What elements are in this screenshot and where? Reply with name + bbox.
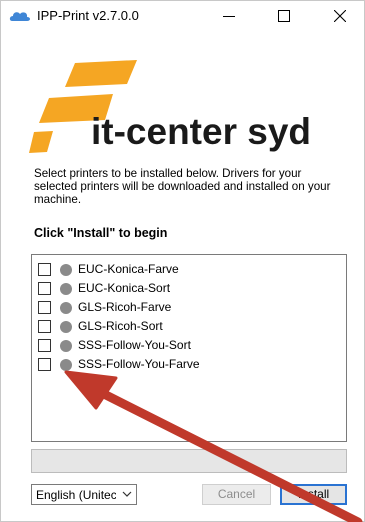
printer-checkbox[interactable]: [38, 263, 51, 276]
printer-item[interactable]: SSS-Follow-You-Farve: [38, 356, 338, 374]
printer-item[interactable]: EUC-Konica-Farve: [38, 261, 338, 279]
printer-label: SSS-Follow-You-Farve: [78, 357, 200, 371]
instruction-heading: Click "Install" to begin: [34, 226, 168, 240]
install-button[interactable]: Install: [280, 484, 347, 505]
printer-list[interactable]: EUC-Konica-Farve EUC-Konica-Sort GLS-Ric…: [31, 254, 347, 442]
printer-item[interactable]: SSS-Follow-You-Sort: [38, 337, 338, 355]
printer-checkbox[interactable]: [38, 339, 51, 352]
maximize-button[interactable]: [261, 1, 307, 31]
printer-status-icon: [60, 264, 72, 276]
language-select[interactable]: English (Unitec: [31, 484, 137, 505]
window-title: IPP-Print v2.7.0.0: [37, 8, 139, 23]
printer-checkbox[interactable]: [38, 320, 51, 333]
logo-text: it-center syd: [91, 111, 311, 152]
printer-item[interactable]: GLS-Ricoh-Sort: [38, 318, 338, 336]
company-logo: it-center syd: [27, 56, 357, 156]
printer-label: EUC-Konica-Farve: [78, 262, 179, 276]
install-progress-bar: [31, 449, 347, 473]
language-value: English (Unitec: [36, 488, 116, 502]
printer-status-icon: [60, 340, 72, 352]
intro-text: Select printers to be installed below. D…: [34, 167, 331, 206]
close-button[interactable]: [317, 1, 363, 31]
printer-item[interactable]: EUC-Konica-Sort: [38, 280, 338, 298]
printer-status-icon: [60, 359, 72, 371]
minimize-icon: [223, 16, 235, 17]
maximize-icon: [278, 10, 290, 22]
printer-label: EUC-Konica-Sort: [78, 281, 171, 295]
chevron-down-icon: [122, 491, 132, 497]
cancel-button[interactable]: Cancel: [202, 484, 271, 505]
printer-item[interactable]: GLS-Ricoh-Farve: [38, 299, 338, 317]
printer-label: GLS-Ricoh-Farve: [78, 300, 172, 314]
minimize-button[interactable]: [206, 1, 252, 31]
printer-label: SSS-Follow-You-Sort: [78, 338, 191, 352]
installer-window: IPP-Print v2.7.0.0 it-center syd Select …: [0, 0, 365, 522]
printer-checkbox[interactable]: [38, 282, 51, 295]
printer-status-icon: [60, 283, 72, 295]
title-bar: IPP-Print v2.7.0.0: [1, 1, 364, 31]
printer-checkbox[interactable]: [38, 301, 51, 314]
printer-checkbox[interactable]: [38, 358, 51, 371]
printer-status-icon: [60, 321, 72, 333]
printer-label: GLS-Ricoh-Sort: [78, 319, 163, 333]
close-icon: [334, 10, 346, 22]
printer-status-icon: [60, 302, 72, 314]
printer-cloud-icon: [9, 9, 31, 23]
